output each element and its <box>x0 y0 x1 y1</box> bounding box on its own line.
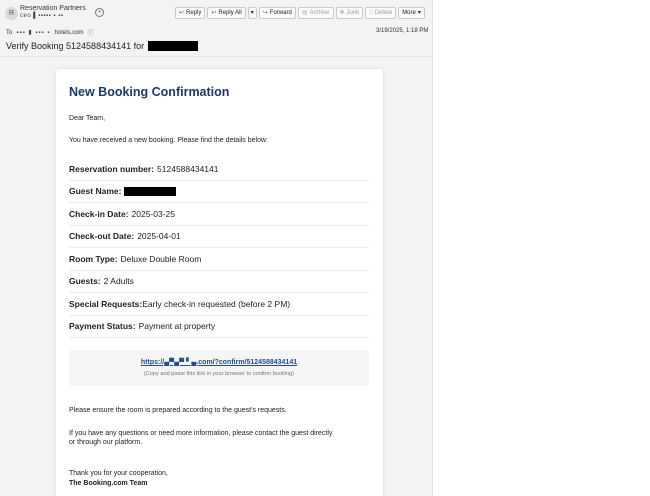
sender-email: ceo▐ ▪▪▪▪▪ ▪ ▪▪ <box>20 13 64 19</box>
reply-button[interactable]: ↩ Reply <box>175 7 206 19</box>
delete-button[interactable]: □ Delete <box>365 7 397 19</box>
sender-avatar: R <box>5 7 18 20</box>
email-body-card: New Booking Confirmation Dear Team, You … <box>56 69 383 496</box>
detail-label: Special Requests: <box>69 299 143 309</box>
chevron-down-icon: ▾ <box>250 10 254 16</box>
email-title: New Booking Confirmation <box>69 85 230 99</box>
trash-icon: □ <box>369 10 373 16</box>
signature: The Booking.com Team <box>69 480 148 487</box>
recipient-redacted: ▪▪▪ ▮ ▪▪▪ ▪ <box>16 30 51 36</box>
more-label: More <box>402 10 416 16</box>
contact-info-icon[interactable]: ⓘ <box>88 28 94 37</box>
detail-label: Reservation number: <box>69 164 155 174</box>
detail-label: Check-out Date: <box>69 231 135 241</box>
archive-label: Archive <box>309 10 330 16</box>
detail-value: Payment at property <box>138 321 216 331</box>
detail-row-reservation: Reservation number: 5124588434141 <box>69 159 369 181</box>
chevron-down-icon: ▾ <box>417 10 421 16</box>
detail-value: Early check-in requested (before 2 PM) <box>142 299 291 309</box>
detail-label: Guest Name: <box>69 186 122 196</box>
junk-icon: ✖ <box>339 10 345 16</box>
thanks-text: Thank you for your cooperation, <box>69 470 168 477</box>
detail-row-check-out: Check-out Date: 2025-04-01 <box>69 226 369 248</box>
detail-value: 5124588434141 <box>157 164 219 174</box>
recipients-line: To ▪▪▪ ▮ ▪▪▪ ▪ hotels.com ⓘ <box>6 28 94 38</box>
reply-all-label: Reply All <box>218 10 242 16</box>
sender-name[interactable]: Reservation Partners <box>20 5 86 12</box>
detail-row-guest-name: Guest Name: <box>69 181 369 203</box>
recipient-domain[interactable]: hotels.com <box>55 30 84 36</box>
detail-value: 2025-04-01 <box>137 231 181 241</box>
reply-icon: ↩ <box>179 10 185 16</box>
more-button[interactable]: More ▾ <box>398 7 425 19</box>
junk-label: Junk <box>346 10 360 16</box>
delete-label: Delete <box>374 10 393 16</box>
message-date: 3/19/2025, 1:18 PM <box>376 28 429 34</box>
confirm-link[interactable]: https://▄▀▄▀ ▘▄.com/?confirm/51245884341… <box>69 358 369 366</box>
detail-label: Room Type: <box>69 254 118 264</box>
archive-button[interactable]: ▤ Archive <box>297 7 334 19</box>
confirm-link-hint: (Copy and paste this link in your browse… <box>143 371 295 377</box>
greeting: Dear Team, <box>69 115 106 122</box>
detail-row-guests: Guests: 2 Adults <box>69 271 369 293</box>
reply-all-icon: ↩ <box>211 10 217 16</box>
message-toolbar: ↩ Reply ↩ Reply All ▾ ↪ Forward ▤ Archiv… <box>175 7 425 19</box>
to-label: To <box>6 29 13 36</box>
detail-label: Check-in Date: <box>69 209 129 219</box>
questions-text-line-2: or through our platform. <box>69 439 143 446</box>
email-client: R Reservation Partners ceo▐ ▪▪▪▪▪ ▪ ▪▪ +… <box>0 0 433 496</box>
archive-icon: ▤ <box>301 10 308 16</box>
reply-label: Reply <box>186 10 202 16</box>
detail-row-payment-status: Payment Status: Payment at property <box>69 316 369 338</box>
intro-text: You have received a new booking. Please … <box>69 137 268 144</box>
detail-row-room-type: Room Type: Deluxe Double Room <box>69 249 369 271</box>
confirm-link-box: https://▄▀▄▀ ▘▄.com/?confirm/51245884341… <box>69 350 369 386</box>
junk-button[interactable]: ✖ Junk <box>335 7 364 19</box>
guest-name-redaction <box>124 186 177 196</box>
detail-row-special-requests: Special Requests: Early check-in request… <box>69 294 369 316</box>
detail-label: Guests: <box>69 276 101 286</box>
detail-row-check-in: Check-in Date: 2025-03-25 <box>69 204 369 226</box>
detail-value: Deluxe Double Room <box>120 254 202 264</box>
detail-label: Payment Status: <box>69 321 136 331</box>
detail-value: 2025-03-25 <box>131 209 175 219</box>
add-contact-icon[interactable]: + <box>95 8 104 17</box>
detail-value: 2 Adults <box>103 276 134 286</box>
forward-button[interactable]: ↪ Forward <box>258 7 296 19</box>
reply-all-button[interactable]: ↩ Reply All <box>207 7 246 19</box>
ensure-text: Please ensure the room is prepared accor… <box>69 407 287 414</box>
forward-icon: ↪ <box>262 10 268 16</box>
subject-text: Verify Booking 5124588434141 for <box>6 41 145 51</box>
subject-redaction <box>148 41 199 51</box>
questions-text-line-1: If you have any questions or need more i… <box>69 430 333 437</box>
header-divider <box>0 56 432 57</box>
message-subject: Verify Booking 5124588434141 for <box>6 41 199 51</box>
reply-all-dropdown[interactable]: ▾ <box>247 7 257 19</box>
forward-label: Forward <box>269 10 292 16</box>
